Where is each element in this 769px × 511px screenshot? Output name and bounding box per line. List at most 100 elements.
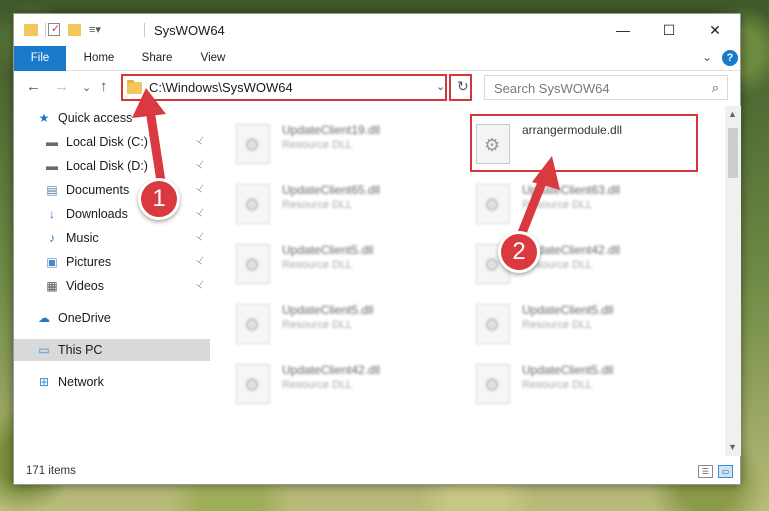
gear-icon: ⚙ [484,315,501,335]
large-icons-view-icon[interactable]: ▭ [718,465,733,478]
nav-item-pictures[interactable]: ▣ Pictures ⊥ [14,251,210,273]
gear-icon: ⚙ [244,255,261,275]
file-name: arrangermodule.dll [522,123,623,137]
file-item[interactable]: ⚙ UpdateClient5.dll Resource DLL [476,360,706,412]
file-name: UpdateClient5.dll [522,303,614,317]
step-2-badge: 2 [498,231,540,273]
nav-item-label: Videos [66,279,104,293]
nav-item-local-disk-d[interactable]: ▬ Local Disk (D:) ⊥ [14,155,210,177]
new-folder-icon[interactable] [68,23,81,36]
pictures-icon: ▣ [46,255,58,269]
pin-icon[interactable]: ⊥ [194,205,207,219]
search-input[interactable]: Search SysWOW64 ⌕ [484,75,728,100]
ribbon-tabs: File Home Share View ⌄ ? [14,46,740,71]
scroll-down-icon[interactable]: ▼ [728,442,737,452]
file-name: UpdateClient5.dll [282,303,374,317]
network-icon: ⊞ [38,375,50,389]
nav-item-this-pc[interactable]: ▭ This PC [14,339,210,361]
nav-item-label: OneDrive [58,311,111,325]
minimize-button[interactable]: — [600,14,646,46]
nav-item-label: Local Disk (C:) [66,135,148,149]
cloud-icon: ☁ [38,311,50,325]
refresh-highlight-box [449,74,472,101]
gear-icon: ⚙ [244,375,261,395]
file-item[interactable]: ⚙ UpdateClient5.dll Resource DLL [476,300,706,352]
file-item[interactable]: ⚙ UpdateClient5.dll Resource DLL [236,240,466,292]
tab-share[interactable]: Share [134,46,180,71]
help-icon[interactable]: ? [722,50,738,66]
recent-locations-icon[interactable]: ⌄ [82,81,91,94]
gear-icon: ⚙ [484,255,501,275]
nav-item-downloads[interactable]: ↓ Downloads ⊥ [14,203,210,225]
forward-icon[interactable]: → [54,78,69,95]
scroll-thumb[interactable] [728,128,738,178]
scroll-up-icon[interactable]: ▲ [728,109,737,119]
navigation-pane: ★ Quick access ▬ Local Disk (C:) ⊥ ▬ Local Dis… [14,106,210,456]
customize-toolbar-icon[interactable]: ≡▾ [89,23,101,36]
music-icon: ♪ [49,231,55,245]
search-placeholder: Search SysWOW64 [494,81,610,96]
nav-item-quick-access[interactable]: ★ Quick access [14,107,210,129]
up-icon[interactable]: ↑ [100,78,108,95]
pin-icon[interactable]: ⊥ [194,253,207,267]
file-type: Resource DLL [282,379,353,391]
file-name: UpdateClient63.dll [522,183,621,197]
pin-icon[interactable]: ⊥ [194,229,207,243]
file-name: UpdateClient5.dll [282,243,374,257]
toolbar-separator [45,23,46,37]
dll-file-icon: ⚙ [236,364,270,404]
back-icon[interactable]: ← [26,78,41,95]
file-item-arrangermodule[interactable]: ⚙ arrangermodule.dll [476,120,706,172]
gear-icon: ⚙ [244,315,261,335]
dll-file-icon: ⚙ [476,304,510,344]
file-type: Resource DLL [522,379,593,391]
tab-view[interactable]: View [190,46,236,71]
gear-icon: ⚙ [484,375,501,395]
dll-file-icon: ⚙ [236,184,270,224]
item-count: 171 items [26,465,76,477]
expand-ribbon-icon[interactable]: ⌄ [702,50,712,64]
pin-icon[interactable]: ⊥ [194,277,207,291]
nav-item-label: Quick access [58,111,133,125]
details-view-icon[interactable]: ☰ [698,465,713,478]
file-name: UpdateClient65.dll [282,183,381,197]
tab-file[interactable]: File [14,46,66,71]
pin-icon[interactable]: ⊥ [194,133,207,147]
toolbar-separator [144,23,145,37]
window-title: SysWOW64 [154,23,225,38]
file-name: UpdateClient5.dll [522,363,614,377]
nav-item-documents[interactable]: ▤ Documents ⊥ [14,179,210,201]
nav-item-local-disk-c[interactable]: ▬ Local Disk (C:) ⊥ [14,131,210,153]
vertical-scrollbar[interactable]: ▲ ▼ [725,106,741,456]
gear-icon: ⚙ [244,195,261,215]
close-button[interactable]: ✕ [692,14,738,46]
tab-home[interactable]: Home [76,46,122,71]
title-bar: ✓ ≡▾ SysWOW64 — ☐ ✕ [14,14,740,46]
star-icon: ★ [38,111,50,125]
nav-item-label: This PC [58,343,103,357]
nav-item-music[interactable]: ♪ Music ⊥ [14,227,210,249]
file-list: ⚙ UpdateClient19.dll Resource DLL ⚙ arranger… [210,106,725,456]
nav-item-videos[interactable]: ▦ Videos ⊥ [14,275,210,297]
download-icon: ↓ [49,207,55,221]
file-item[interactable]: ⚙ UpdateClient42.dll Resource DLL [236,360,466,412]
file-item[interactable]: ⚙ UpdateClient65.dll Resource DLL [236,180,466,232]
file-item[interactable]: ⚙ UpdateClient63.dll Resource DLL [476,180,706,232]
nav-item-network[interactable]: ⊞ Network [14,371,210,393]
gear-icon: ⚙ [484,195,501,215]
pin-icon[interactable]: ⊥ [194,181,207,195]
file-name: UpdateClient42.dll [282,363,381,377]
file-type: Resource DLL [282,319,353,331]
file-type: Resource DLL [282,139,353,151]
status-bar: 171 items ☰ ▭ [14,460,740,484]
file-type: Resource DLL [522,199,593,211]
maximize-button[interactable]: ☐ [646,14,692,46]
pin-icon[interactable]: ⊥ [194,157,207,171]
file-item[interactable]: ⚙ UpdateClient19.dll Resource DLL [236,120,466,172]
search-icon[interactable]: ⌕ [712,80,719,96]
file-item[interactable]: ⚙ UpdateClient5.dll Resource DLL [236,300,466,352]
properties-icon[interactable]: ✓ [48,23,60,36]
folder-icon [24,23,38,36]
nav-item-onedrive[interactable]: ☁ OneDrive [14,307,210,329]
gear-icon: ⚙ [484,135,501,155]
